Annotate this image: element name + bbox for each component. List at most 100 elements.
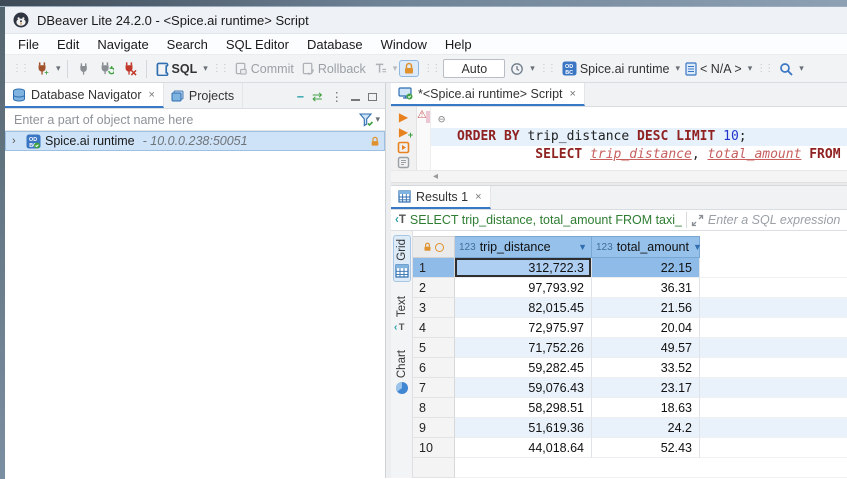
table-row[interactable]: 297,793.9236.31 (413, 278, 847, 298)
link-with-editor-icon[interactable]: ⇄ (312, 89, 322, 104)
active-schema-selector[interactable]: < N/A > (682, 60, 745, 78)
tab-script-editor[interactable]: *<Spice.ai runtime> Script × (391, 83, 585, 106)
table-row[interactable]: 382,015.4521.56 (413, 298, 847, 318)
grid-cell[interactable]: 22.15 (592, 258, 700, 278)
new-connection-caret[interactable]: ▾ (56, 63, 61, 74)
object-filter-input[interactable] (12, 112, 359, 128)
presentation-tab-chart[interactable]: Chart (393, 346, 411, 399)
transaction-caret[interactable]: ▾ (393, 63, 398, 74)
minimize-panel-icon[interactable] (351, 93, 360, 101)
reconnect-button[interactable] (96, 59, 117, 78)
grid-cell[interactable]: 44,018.64 (455, 438, 592, 458)
row-number-cell[interactable]: 2 (413, 278, 455, 298)
transaction-history-caret[interactable]: ▾ (530, 63, 535, 74)
rollback-button[interactable]: Rollback (299, 60, 369, 78)
connection-tree-item[interactable]: › ODBC Spice.ai runtime - 10.0.0.238:500… (5, 131, 385, 151)
menu-item-navigate[interactable]: Navigate (88, 36, 157, 53)
row-number-cell[interactable]: 7 (413, 378, 455, 398)
collapse-all-icon[interactable]: − (297, 90, 304, 104)
grid-cell[interactable]: 21.56 (592, 298, 700, 318)
row-number-cell[interactable]: 3 (413, 298, 455, 318)
menu-item-sql-editor[interactable]: SQL Editor (217, 36, 298, 53)
grid-cell[interactable]: 36.31 (592, 278, 700, 298)
active-connection-caret[interactable]: ▾ (675, 63, 680, 74)
close-tab-icon[interactable]: × (570, 88, 576, 100)
table-row[interactable]: 951,619.3624.2 (413, 418, 847, 438)
grid-cell[interactable]: 18.63 (592, 398, 700, 418)
commit-button[interactable]: Commit (232, 60, 297, 78)
grid-cell[interactable]: 58,298.51 (455, 398, 592, 418)
menu-item-help[interactable]: Help (436, 36, 481, 53)
sort-caret-icon[interactable]: ▼ (578, 242, 587, 252)
scroll-left-arrow-icon[interactable]: ◂ (433, 171, 438, 182)
row-number-cell[interactable]: 9 (413, 418, 455, 438)
transaction-history-button[interactable] (507, 60, 527, 78)
grid-cell[interactable]: 20.04 (592, 318, 700, 338)
presentation-tab-grid[interactable]: Grid (393, 235, 411, 282)
tab-database-navigator[interactable]: Database Navigator × (5, 83, 164, 108)
sql-editor-button[interactable]: SQL (153, 60, 201, 78)
filter-caret[interactable]: ▾ (375, 114, 380, 125)
table-row[interactable]: 472,975.9720.04 (413, 318, 847, 338)
table-row[interactable]: 759,076.4323.17 (413, 378, 847, 398)
row-number-cell[interactable]: 1 (413, 258, 455, 278)
close-tab-icon[interactable]: × (475, 191, 481, 203)
sql-editor-caret[interactable]: ▾ (203, 63, 208, 74)
close-tab-icon[interactable]: × (148, 89, 154, 101)
editor-horizontal-scrollbar[interactable]: ◂ (391, 171, 847, 183)
grid-cell[interactable]: 312,722.3 (455, 258, 592, 278)
menu-item-search[interactable]: Search (158, 36, 217, 53)
expand-chevron-icon[interactable]: › (12, 135, 22, 147)
new-connection-button[interactable]: + (32, 59, 53, 78)
menu-item-window[interactable]: Window (372, 36, 436, 53)
table-row[interactable]: 858,298.5118.63 (413, 398, 847, 418)
sort-caret-icon[interactable]: ▼ (693, 242, 702, 252)
menu-item-file[interactable]: File (9, 36, 48, 53)
grid-cell[interactable]: 52.43 (592, 438, 700, 458)
table-row[interactable]: 659,282.4533.52 (413, 358, 847, 378)
expand-filter-icon[interactable] (691, 214, 704, 227)
grid-cell[interactable]: 49.57 (592, 338, 700, 358)
execute-script-button[interactable] (397, 141, 410, 155)
code-area[interactable]: ⊖ SELECT trip_distance, total_amount FRO… (431, 107, 847, 170)
grid-cell[interactable]: 59,282.45 (455, 358, 592, 378)
tab-projects[interactable]: Projects (164, 83, 243, 108)
grid-cell[interactable]: 71,752.26 (455, 338, 592, 358)
grid-cell[interactable]: 59,076.43 (455, 378, 592, 398)
view-menu-icon[interactable]: ⋮ (331, 89, 344, 104)
commit-mode-combo[interactable]: Auto (443, 59, 505, 78)
filter-expression-input[interactable]: Enter a SQL expression to (708, 213, 843, 227)
table-row[interactable]: 1312,722.322.15 (413, 258, 847, 278)
grid-cell[interactable]: 23.17 (592, 378, 700, 398)
column-header-total_amount[interactable]: 123total_amount▼ (592, 236, 700, 258)
disconnect-button[interactable] (119, 59, 140, 78)
autocommit-lock-toggle[interactable] (399, 60, 419, 77)
active-connection-selector[interactable]: ODBC Spice.ai runtime (559, 59, 673, 78)
column-header-trip_distance[interactable]: 123trip_distance▼ (455, 236, 592, 258)
code-line-2[interactable]: ORDER BY trip_distance DESC LIMIT 10; (431, 128, 847, 146)
row-number-cell[interactable]: 8 (413, 398, 455, 418)
search-button[interactable] (776, 60, 796, 78)
grid-cell[interactable]: 97,793.92 (455, 278, 592, 298)
search-caret[interactable]: ▾ (799, 63, 804, 74)
row-number-cell[interactable]: 6 (413, 358, 455, 378)
row-number-cell[interactable]: 4 (413, 318, 455, 338)
explain-plan-button[interactable] (397, 156, 410, 170)
fold-icon[interactable]: ⊖ (438, 110, 445, 128)
table-row[interactable]: 571,752.2649.57 (413, 338, 847, 358)
grid-cell[interactable]: 24.2 (592, 418, 700, 438)
row-number-cell[interactable]: 5 (413, 338, 455, 358)
table-row[interactable]: 1044,018.6452.43 (413, 438, 847, 458)
maximize-panel-icon[interactable] (368, 93, 377, 101)
row-number-cell[interactable]: 10 (413, 438, 455, 458)
grid-cell[interactable]: 51,619.36 (455, 418, 592, 438)
execute-statement-button[interactable]: ▶ (399, 110, 408, 124)
grid-corner-cell[interactable] (413, 236, 455, 258)
menu-item-edit[interactable]: Edit (48, 36, 88, 53)
execute-new-tab-button[interactable]: ▶+ (399, 125, 408, 139)
presentation-tab-text[interactable]: Text‹T (392, 292, 411, 336)
tab-results-1[interactable]: Results 1 × (391, 186, 491, 209)
grid-cell[interactable]: 72,975.97 (455, 318, 592, 338)
code-line-1[interactable]: ⊖ SELECT trip_distance, total_amount FRO… (431, 110, 847, 128)
grid-cell[interactable]: 82,015.45 (455, 298, 592, 318)
